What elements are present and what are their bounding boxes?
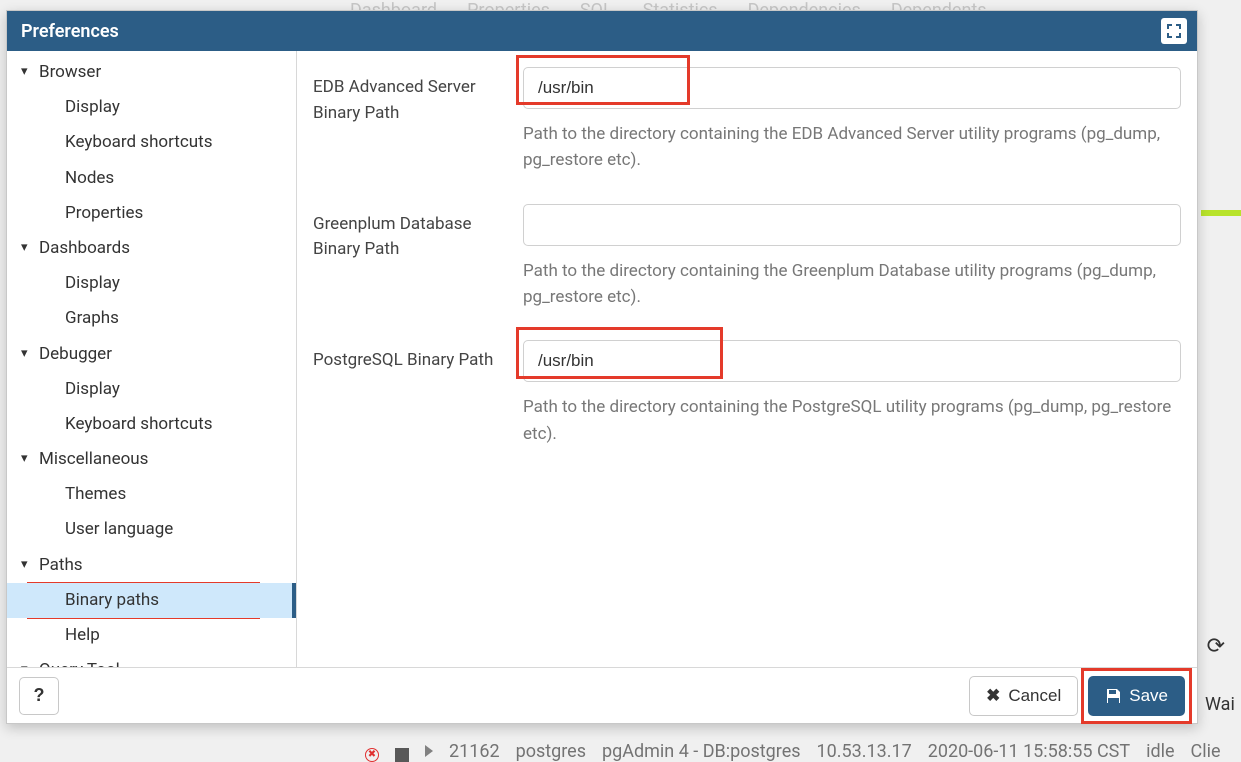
tree-item-misc-themes[interactable]: Themes (7, 477, 296, 512)
tree-group-dashboards[interactable]: ▾ Dashboards (7, 231, 296, 266)
tree-item-browser-nodes[interactable]: Nodes (7, 161, 296, 196)
tree-item-misc-language[interactable]: User language (7, 512, 296, 547)
tree-item-debugger-display[interactable]: Display (7, 372, 296, 407)
background-session-row: ✖ 21162 postgres pgAdmin 4 - DB:postgres… (0, 742, 1241, 762)
tree-item-dashboards-display[interactable]: Display (7, 266, 296, 301)
background-tabs: Dashboard Properties SQL Statistics Depe… (330, 0, 1241, 10)
postgresql-help-text: Path to the directory containing the Pos… (523, 394, 1181, 447)
greenplum-path-label: Greenplum Database Binary Path (313, 204, 523, 311)
greenplum-binary-path-input[interactable] (523, 204, 1181, 246)
background-chart (1201, 120, 1241, 320)
chevron-down-icon: ▾ (21, 555, 33, 576)
edb-path-label: EDB Advanced Server Binary Path (313, 67, 523, 174)
dialog-footer: ? ✖ Cancel Save (7, 667, 1197, 723)
refresh-icon[interactable]: ⟳ (1207, 634, 1225, 659)
close-icon: ✖ (986, 686, 1000, 706)
greenplum-help-text: Path to the directory containing the Gre… (523, 258, 1181, 311)
chevron-down-icon: ▾ (21, 62, 33, 83)
tree-item-paths-help[interactable]: Help (7, 618, 296, 653)
chevron-down-icon: ▾ (21, 238, 33, 259)
error-icon: ✖ (365, 748, 379, 762)
save-button[interactable]: Save (1088, 676, 1185, 716)
preferences-dialog: Preferences ▾ Browser Display Keyboard s… (6, 10, 1198, 724)
save-label: Save (1129, 686, 1168, 706)
tree-item-browser-properties[interactable]: Properties (7, 196, 296, 231)
play-icon (425, 742, 433, 762)
chevron-down-icon: ▾ (21, 449, 33, 470)
postgresql-path-label: PostgreSQL Binary Path (313, 340, 523, 447)
tree-item-dashboards-graphs[interactable]: Graphs (7, 301, 296, 336)
tree-item-browser-keyboard[interactable]: Keyboard shortcuts (7, 125, 296, 160)
tree-group-miscellaneous[interactable]: ▾ Miscellaneous (7, 442, 296, 477)
save-icon (1105, 688, 1121, 704)
edb-help-text: Path to the directory containing the EDB… (523, 121, 1181, 174)
preferences-content: EDB Advanced Server Binary Path Path to … (297, 51, 1197, 667)
dialog-header: Preferences (7, 11, 1197, 51)
tree-group-querytool[interactable]: ▾ Query Tool (7, 653, 296, 667)
chevron-down-icon: ▾ (21, 660, 33, 667)
edb-binary-path-input[interactable] (523, 67, 1181, 109)
chevron-down-icon: ▾ (21, 344, 33, 365)
tree-group-debugger[interactable]: ▾ Debugger (7, 337, 296, 372)
dialog-title: Preferences (21, 21, 119, 42)
maximize-button[interactable] (1161, 18, 1187, 44)
tree-item-debugger-keyboard[interactable]: Keyboard shortcuts (7, 407, 296, 442)
background-wait-text: Wai (1205, 694, 1241, 715)
tree-group-browser[interactable]: ▾ Browser (7, 55, 296, 90)
stop-icon (395, 748, 409, 762)
help-button[interactable]: ? (19, 677, 59, 715)
cancel-button[interactable]: ✖ Cancel (969, 676, 1078, 716)
preferences-sidebar[interactable]: ▾ Browser Display Keyboard shortcuts Nod… (7, 51, 297, 667)
expand-icon (1166, 23, 1182, 39)
tree-item-browser-display[interactable]: Display (7, 90, 296, 125)
tree-group-paths[interactable]: ▾ Paths (7, 548, 296, 583)
cancel-label: Cancel (1008, 686, 1061, 706)
postgresql-binary-path-input[interactable] (523, 340, 1181, 382)
tree-item-paths-binary[interactable]: Binary paths (7, 583, 296, 618)
